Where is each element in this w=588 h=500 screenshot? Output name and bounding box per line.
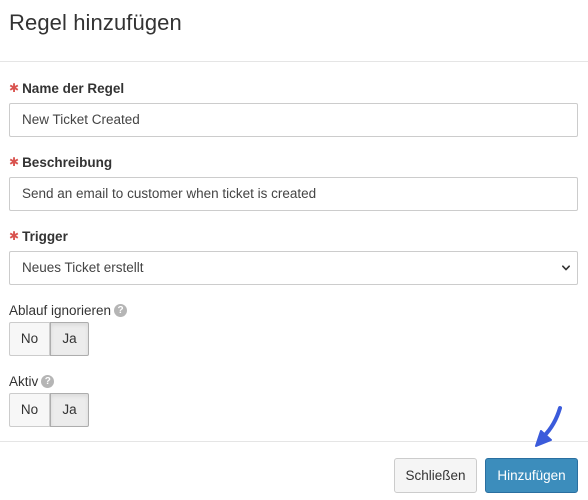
trigger-label: ✱ Trigger [9, 228, 68, 245]
modal-header: Regel hinzufügen [0, 0, 588, 62]
ignore-flow-label-text: Ablauf ignorieren [9, 303, 112, 318]
arrow-pointer-icon [535, 406, 562, 447]
description-label-text: Beschreibung [22, 155, 113, 170]
active-yes-button[interactable]: Ja [50, 393, 89, 427]
description-label: ✱ Beschreibung [9, 154, 113, 171]
close-button[interactable]: Schließen [394, 458, 477, 493]
help-icon[interactable]: ? [114, 304, 128, 317]
description-input[interactable]: Send an email to customer when ticket is… [9, 177, 578, 211]
modal-footer: Schließen Hinzufügen [0, 441, 588, 500]
trigger-select[interactable]: Neues Ticket erstellt [9, 251, 578, 285]
required-asterisk: ✱ [9, 154, 20, 169]
description-value: Send an email to customer when ticket is… [22, 186, 317, 201]
ignore-flow-label: Ablauf ignorieren ? [9, 303, 128, 318]
required-asterisk: ✱ [9, 80, 20, 95]
active-label: Aktiv ? [9, 374, 55, 389]
ignore-flow-toggle: No Ja [9, 322, 89, 356]
modal-title: Regel hinzufügen [9, 10, 182, 35]
ignore-flow-no-button[interactable]: No [9, 322, 50, 356]
active-toggle: No Ja [9, 393, 89, 427]
required-asterisk: ✱ [9, 228, 20, 243]
active-no-button[interactable]: No [9, 393, 50, 427]
rule-name-value: New Ticket Created [22, 112, 140, 127]
add-button[interactable]: Hinzufügen [485, 458, 578, 493]
active-label-text: Aktiv [9, 374, 39, 389]
rule-name-label-text: Name der Regel [22, 81, 125, 96]
trigger-selected-value: Neues Ticket erstellt [22, 260, 144, 275]
ignore-flow-yes-button[interactable]: Ja [50, 322, 89, 356]
rule-name-input[interactable]: New Ticket Created [9, 103, 578, 137]
trigger-label-text: Trigger [22, 229, 68, 244]
rule-name-label: ✱ Name der Regel [9, 80, 125, 97]
help-icon[interactable]: ? [41, 375, 55, 388]
chevron-down-icon [562, 265, 570, 271]
